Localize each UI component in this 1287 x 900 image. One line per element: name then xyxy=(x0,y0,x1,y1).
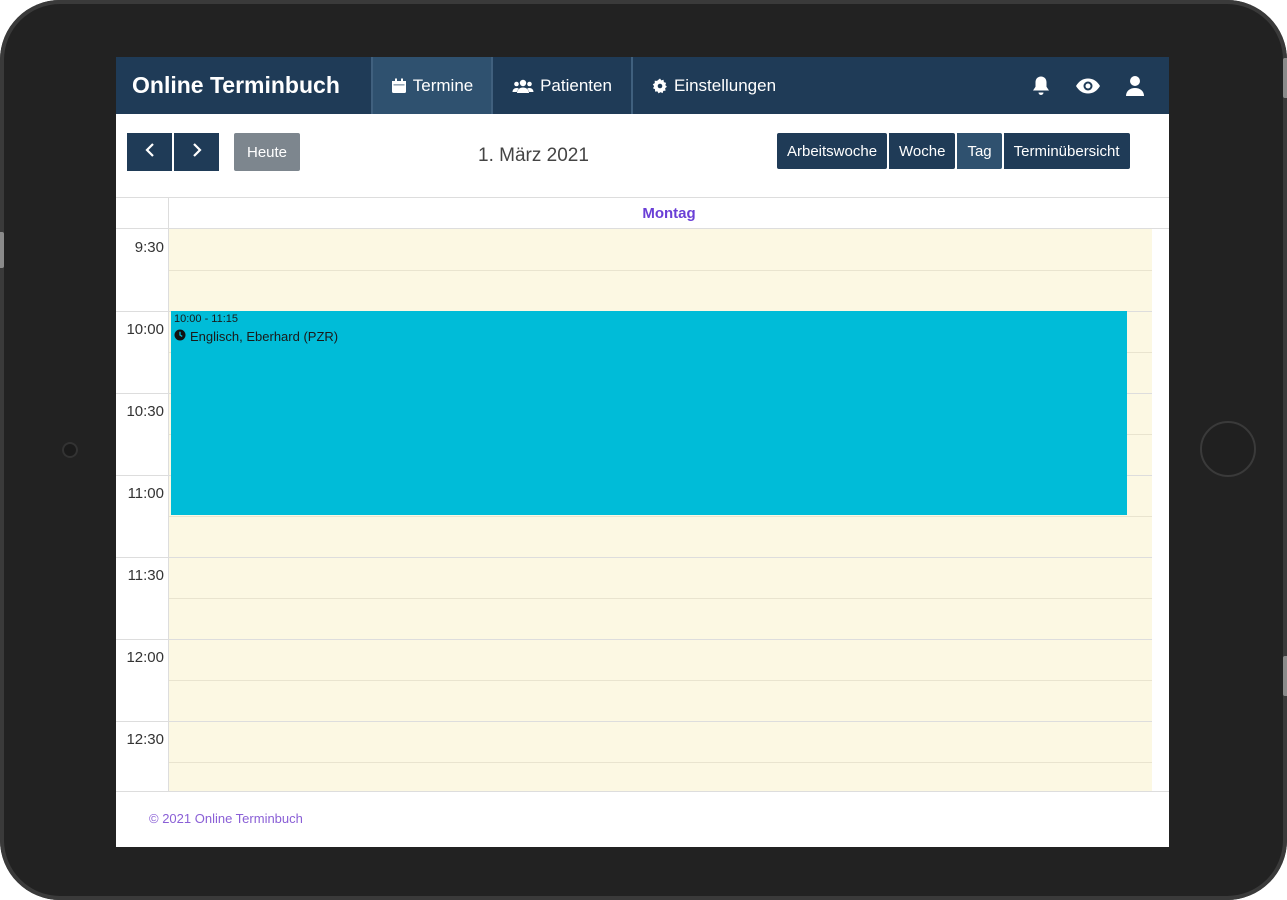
slot-line xyxy=(169,516,1152,517)
time-label: 10:00 xyxy=(126,321,164,338)
navbar-actions xyxy=(1031,57,1169,114)
side-button-right-top xyxy=(1283,58,1287,98)
calendar-icon xyxy=(391,78,407,94)
time-label: 10:30 xyxy=(126,403,164,420)
gear-icon xyxy=(652,78,668,94)
nav-item-einstellungen[interactable]: Einstellungen xyxy=(631,57,795,114)
camera xyxy=(62,442,78,458)
next-button[interactable] xyxy=(172,133,219,171)
appointment-event[interactable]: 10:00 - 11:15 Englisch, Eberhard (PZR) xyxy=(171,311,1127,515)
view-arbeitswoche-button[interactable]: Arbeitswoche xyxy=(777,133,888,169)
prev-next-group xyxy=(127,133,219,171)
slot-line xyxy=(169,721,1152,722)
event-time: 10:00 - 11:15 xyxy=(174,313,239,325)
calendar-toolbar: Heute Arbeitswoche Woche Tag Terminübers… xyxy=(116,114,1169,198)
nav-item-patienten[interactable]: Patienten xyxy=(491,57,631,114)
slot-line xyxy=(169,639,1152,640)
prev-button[interactable] xyxy=(127,133,172,171)
time-label: 12:30 xyxy=(126,731,164,748)
bell-icon[interactable] xyxy=(1031,75,1051,97)
axis-line xyxy=(116,311,168,312)
chevron-right-icon xyxy=(192,142,202,162)
view-switcher: Arbeitswoche Woche Tag Terminübersicht xyxy=(777,133,1130,169)
calendar-scrollbar[interactable] xyxy=(1152,229,1169,791)
time-axis: 9:30 10:00 10:30 11:00 11:30 12:00 12:30 xyxy=(116,229,169,791)
users-icon xyxy=(512,78,534,94)
navbar: Online Terminbuch Termine Patienten Eins… xyxy=(116,57,1169,114)
app-screen: Online Terminbuch Termine Patienten Eins… xyxy=(116,57,1169,847)
day-header[interactable]: Montag xyxy=(169,198,1169,228)
slot-line xyxy=(169,270,1152,271)
axis-line xyxy=(116,475,168,476)
brand-title[interactable]: Online Terminbuch xyxy=(116,57,371,114)
slot-line xyxy=(169,557,1152,558)
clock-icon xyxy=(174,329,186,344)
axis-line xyxy=(116,393,168,394)
axis-line xyxy=(116,639,168,640)
today-button[interactable]: Heute xyxy=(234,133,300,171)
view-woche-button[interactable]: Woche xyxy=(887,133,956,169)
slot-line xyxy=(169,680,1152,681)
time-label: 9:30 xyxy=(134,239,164,256)
calendar-body[interactable]: 9:30 10:00 10:30 11:00 11:30 12:00 12:30 xyxy=(116,229,1169,791)
nav-item-label: Termine xyxy=(412,75,474,95)
nav-item-label: Patienten xyxy=(540,75,612,95)
calendar-header: Montag xyxy=(116,197,1169,229)
view-terminuebersicht-button[interactable]: Terminübersicht xyxy=(1001,133,1130,169)
axis-line xyxy=(116,557,168,558)
nav-item-label: Einstellungen xyxy=(673,75,777,95)
current-date: 1. März 2021 xyxy=(478,145,589,166)
slot-line xyxy=(169,762,1152,763)
time-label: 11:30 xyxy=(127,567,164,584)
chevron-left-icon xyxy=(144,142,155,162)
home-button[interactable] xyxy=(1200,421,1256,477)
eye-icon[interactable] xyxy=(1075,77,1101,95)
footer-copyright: © 2021 Online Terminbuch xyxy=(149,811,303,826)
tablet-frame: Online Terminbuch Termine Patienten Eins… xyxy=(0,0,1287,900)
event-title: Englisch, Eberhard (PZR) xyxy=(190,329,339,344)
user-icon[interactable] xyxy=(1125,75,1145,97)
nav-item-termine[interactable]: Termine xyxy=(371,57,491,114)
side-button-left xyxy=(0,232,4,268)
time-label: 11:00 xyxy=(127,485,164,502)
event-title-row: Englisch, Eberhard (PZR) xyxy=(174,329,1124,344)
view-tag-button[interactable]: Tag xyxy=(955,133,1002,169)
axis-line xyxy=(116,721,168,722)
footer: © 2021 Online Terminbuch xyxy=(116,791,1169,847)
side-button-right-bottom xyxy=(1283,656,1287,696)
time-axis-header xyxy=(116,198,169,228)
slot-line xyxy=(169,598,1152,599)
time-label: 12:00 xyxy=(126,649,164,666)
